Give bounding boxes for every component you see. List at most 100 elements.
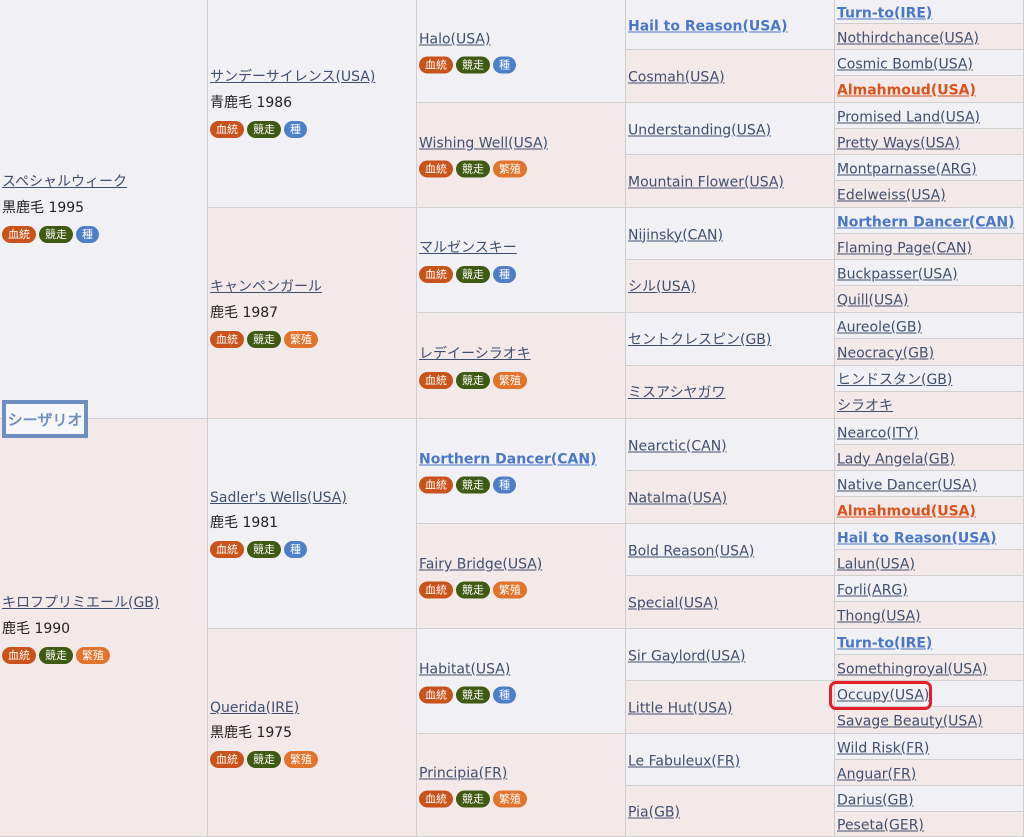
race-tag[interactable]: 競走 [456,160,490,178]
horse-link[interactable]: マルゼンスキー [419,237,517,257]
horse-link[interactable]: レデイーシラオキ [419,343,531,363]
horse-link[interactable]: Hail to Reason(USA) [837,530,997,546]
horse-link[interactable]: Little Hut(USA) [628,701,732,717]
blood-tag[interactable]: 血統 [2,647,36,664]
horse-link[interactable]: Nearctic(CAN) [628,438,727,454]
horse-link[interactable]: Fairy Bridge(USA) [419,557,542,573]
stud-tag[interactable]: 種 [76,226,99,243]
horse-link[interactable]: Cosmah(USA) [628,70,725,86]
race-tag[interactable]: 競走 [247,541,281,558]
race-tag[interactable]: 競走 [247,331,281,348]
race-tag[interactable]: 競走 [456,476,490,494]
horse-link[interactable]: Almahmoud(USA) [837,83,976,99]
horse-link[interactable]: Thong(USA) [837,609,921,625]
horse-link[interactable]: Pretty Ways(USA) [837,135,960,151]
horse-link[interactable]: Almahmoud(USA) [837,504,976,520]
blood-tag[interactable]: 血統 [419,476,453,494]
race-tag[interactable]: 競走 [39,647,73,664]
race-tag[interactable]: 競走 [456,56,490,74]
horse-link[interactable]: Natalma(USA) [628,491,727,507]
horse-link[interactable]: Principia(FR) [419,766,507,782]
blood-tag[interactable]: 血統 [210,121,244,138]
blood-tag[interactable]: 血統 [419,266,453,283]
breed-tag[interactable]: 繁殖 [76,647,110,664]
horse-link[interactable]: Cosmic Bomb(USA) [837,56,973,72]
breed-tag[interactable]: 繁殖 [284,751,318,768]
race-tag[interactable]: 競走 [247,751,281,768]
blood-tag[interactable]: 血統 [419,56,453,74]
horse-link[interactable]: Northern Dancer(CAN) [419,452,597,468]
horse-link[interactable]: Flaming Page(CAN) [837,240,972,256]
horse-link[interactable]: Lalun(USA) [837,556,915,572]
horse-link[interactable]: Promised Land(USA) [837,109,980,125]
horse-link[interactable]: Native Dancer(USA) [837,477,977,493]
horse-link[interactable]: Nothirdchance(USA) [837,30,979,46]
race-tag[interactable]: 競走 [456,581,490,599]
horse-link[interactable]: サンデーサイレンス(USA) [210,66,375,86]
horse-link[interactable]: Understanding(USA) [628,122,771,138]
horse-link[interactable]: Wishing Well(USA) [419,136,548,152]
horse-link[interactable]: セントクレスピン(GB) [628,329,771,349]
horse-link[interactable]: Aureole(GB) [837,319,922,335]
horse-link[interactable]: Le Fabuleux(FR) [628,753,740,769]
subject-horse-label[interactable]: シーザリオ [2,400,88,438]
horse-link[interactable]: Hail to Reason(USA) [628,18,788,34]
blood-tag[interactable]: 血統 [419,581,453,599]
horse-link[interactable]: Nearco(ITY) [837,425,919,441]
horse-link[interactable]: Bold Reason(USA) [628,543,754,559]
horse-link[interactable]: ミスアシヤガワ [628,382,725,402]
horse-link[interactable]: Quill(USA) [837,293,908,309]
breed-tag[interactable]: 繁殖 [493,371,527,389]
horse-link[interactable]: スペシャルウィーク [2,171,127,191]
horse-link[interactable]: キャンペンガール [210,276,322,296]
horse-link[interactable]: Special(USA) [628,596,718,612]
horse-link[interactable]: Anguar(FR) [837,766,916,782]
horse-link[interactable]: Halo(USA) [419,32,490,48]
horse-link[interactable]: シラオキ [837,395,893,415]
horse-link[interactable]: シル(USA) [628,276,696,296]
horse-link[interactable]: Buckpasser(USA) [837,266,958,282]
horse-link[interactable]: Northern Dancer(CAN) [837,214,1015,230]
horse-link[interactable]: Peseta(GER) [837,818,924,834]
stud-tag[interactable]: 種 [284,541,307,558]
horse-link[interactable]: Lady Angela(GB) [837,451,955,467]
horse-link[interactable]: ヒンドスタン(GB) [837,369,952,389]
horse-link[interactable]: Sir Gaylord(USA) [628,648,745,664]
blood-tag[interactable]: 血統 [210,541,244,558]
blood-tag[interactable]: 血統 [210,331,244,348]
stud-tag[interactable]: 種 [493,686,516,704]
horse-link[interactable]: Edelweiss(USA) [837,188,946,204]
horse-link[interactable]: Querida(IRE) [210,700,299,716]
race-tag[interactable]: 競走 [456,371,490,389]
stud-tag[interactable]: 種 [493,56,516,74]
blood-tag[interactable]: 血統 [2,226,36,243]
race-tag[interactable]: 競走 [39,226,73,243]
breed-tag[interactable]: 繁殖 [284,331,318,348]
horse-link[interactable]: Nijinsky(CAN) [628,227,723,243]
race-tag[interactable]: 競走 [247,121,281,138]
horse-link[interactable]: Neocracy(GB) [837,346,934,362]
blood-tag[interactable]: 血統 [419,790,453,808]
horse-link[interactable]: Habitat(USA) [419,662,510,678]
race-tag[interactable]: 競走 [456,266,490,283]
blood-tag[interactable]: 血統 [419,686,453,704]
blood-tag[interactable]: 血統 [419,371,453,389]
horse-link[interactable]: Turn-to(IRE) [837,635,932,651]
horse-link[interactable]: Somethingroyal(USA) [837,661,987,677]
horse-link[interactable]: Montparnasse(ARG) [837,161,977,177]
breed-tag[interactable]: 繁殖 [493,581,527,599]
blood-tag[interactable]: 血統 [419,160,453,178]
breed-tag[interactable]: 繁殖 [493,160,527,178]
horse-link[interactable]: キロフプリミエール(GB) [2,592,159,612]
horse-link[interactable]: Pia(GB) [628,805,680,821]
horse-link[interactable]: Wild Risk(FR) [837,740,929,756]
horse-link[interactable]: Darius(GB) [837,792,914,808]
horse-link[interactable]: Savage Beauty(USA) [837,714,983,730]
horse-link[interactable]: Mountain Flower(USA) [628,175,784,191]
stud-tag[interactable]: 種 [284,121,307,138]
horse-link[interactable]: Sadler's Wells(USA) [210,490,347,506]
race-tag[interactable]: 競走 [456,790,490,808]
race-tag[interactable]: 競走 [456,686,490,704]
stud-tag[interactable]: 種 [493,476,516,494]
horse-link[interactable]: Turn-to(IRE) [837,5,932,21]
